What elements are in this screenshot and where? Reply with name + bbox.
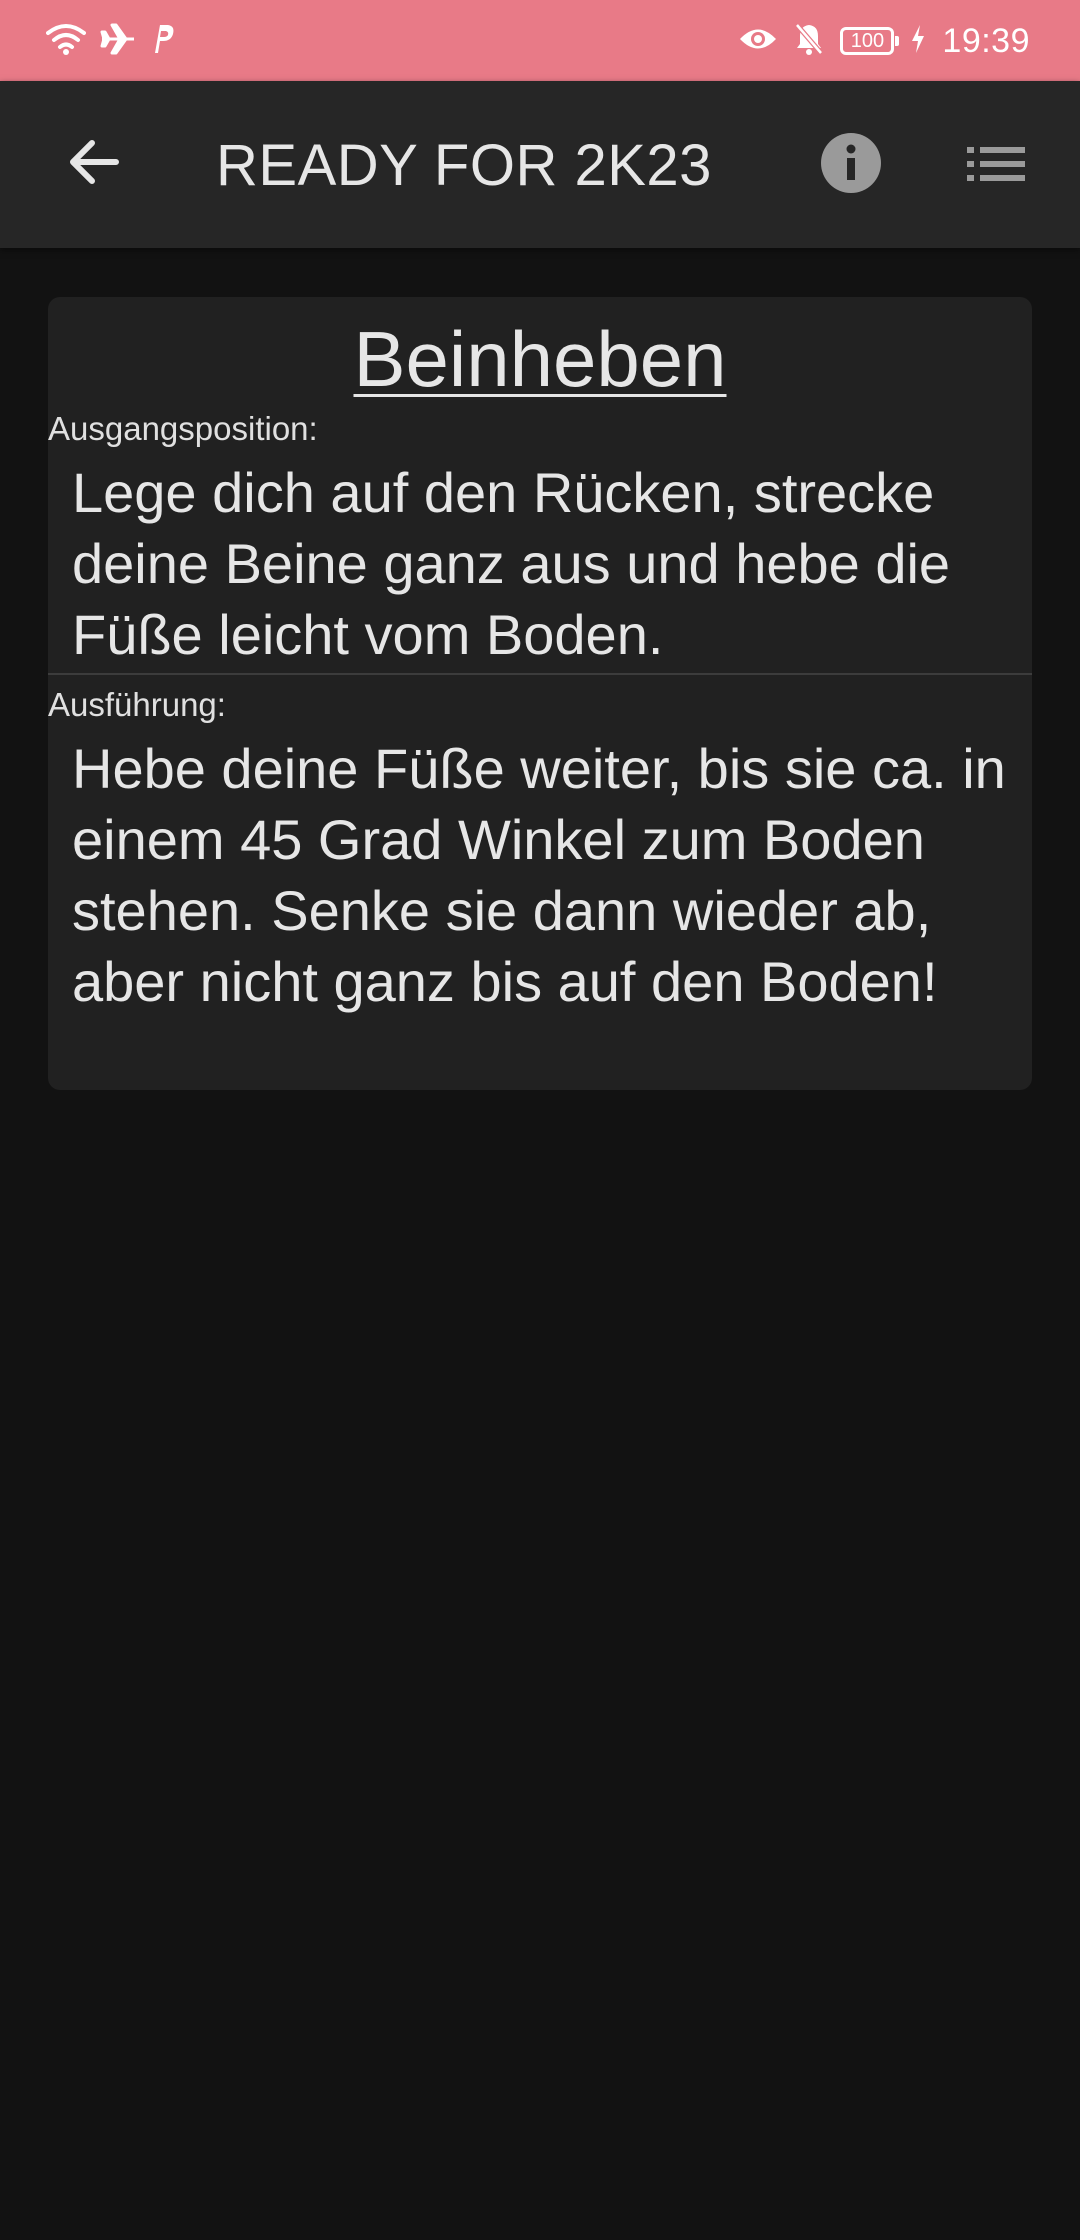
info-button[interactable] — [820, 132, 882, 199]
wifi-icon — [46, 22, 86, 61]
execution-label: Ausführung: — [48, 686, 226, 723]
start-position-label: Ausgangsposition: — [48, 410, 318, 447]
start-position-text: Lege dich auf den Rücken, strecke deine … — [72, 461, 951, 666]
charging-icon — [910, 24, 926, 59]
exercise-card: Beinheben Ausgangsposition: Lege dich au… — [48, 297, 1032, 1090]
execution-text: Hebe deine Füße weiter, bis sie ca. in e… — [72, 737, 1006, 1013]
list-icon — [967, 146, 1025, 187]
paypal-icon — [150, 23, 176, 60]
status-time: 19:39 — [942, 21, 1030, 60]
eye-icon — [738, 24, 778, 59]
status-bar: 100 19:39 — [0, 0, 1080, 81]
back-button[interactable] — [64, 134, 124, 194]
status-icons-right: 100 19:39 — [738, 20, 1030, 62]
arrow-back-icon — [68, 139, 120, 190]
list-button[interactable] — [966, 138, 1026, 194]
bell-off-icon — [794, 22, 824, 61]
battery-icon: 100 — [840, 27, 900, 55]
info-icon — [820, 132, 882, 199]
exercise-title: Beinheben — [353, 315, 727, 403]
airplane-icon — [100, 22, 136, 61]
status-icons-left — [46, 20, 176, 62]
divider — [48, 673, 1032, 675]
app-bar: READY FOR 2K23 — [0, 81, 1080, 248]
app-title: READY FOR 2K23 — [216, 133, 712, 198]
